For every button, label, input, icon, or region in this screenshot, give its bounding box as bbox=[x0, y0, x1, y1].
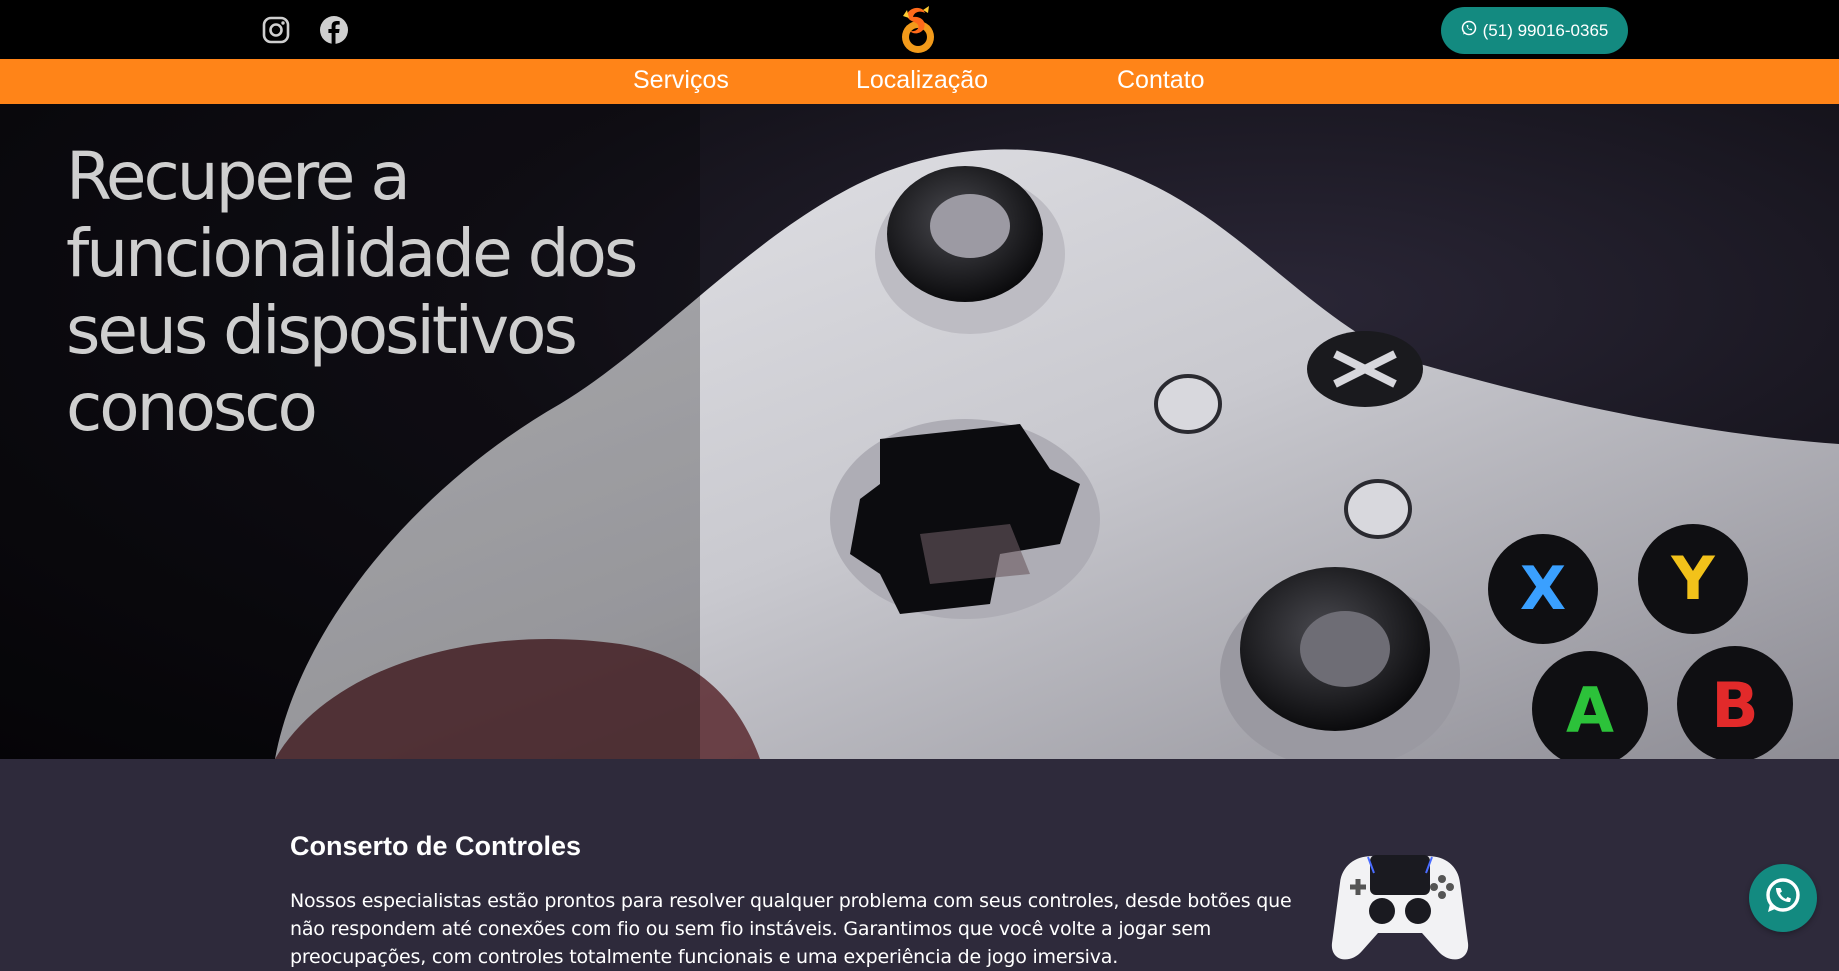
whatsapp-phone-button[interactable]: (51) 99016-0365 bbox=[1441, 7, 1628, 54]
top-bar: (51) 99016-0365 bbox=[0, 0, 1839, 59]
services-section: Conserto de Controles Nossos especialist… bbox=[0, 759, 1839, 968]
instagram-icon[interactable] bbox=[260, 14, 292, 46]
hero-title: Recupere a funcionalidade dos seus dispo… bbox=[66, 138, 638, 446]
whatsapp-phone-label: (51) 99016-0365 bbox=[1482, 20, 1609, 40]
hero-section: X Y A B Recupere a funcionalidade dos se… bbox=[0, 104, 1839, 759]
playstation-controller-image bbox=[1330, 843, 1470, 963]
main-nav: Serviços Localização Contato bbox=[0, 59, 1839, 104]
svg-text:B: B bbox=[1711, 669, 1758, 742]
service-description: Nossos especialistas estão prontos para … bbox=[290, 890, 1292, 968]
nav-item-localizacao[interactable]: Localização bbox=[856, 66, 988, 95]
facebook-icon[interactable] bbox=[318, 14, 350, 46]
floating-whatsapp-button[interactable] bbox=[1749, 864, 1817, 932]
nav-item-servicos[interactable]: Serviços bbox=[633, 66, 729, 95]
service-title: Conserto de Controles bbox=[290, 831, 582, 861]
svg-text:Y: Y bbox=[1670, 544, 1716, 614]
svg-text:X: X bbox=[1520, 554, 1566, 624]
nav-item-contato[interactable]: Contato bbox=[1117, 66, 1205, 95]
whatsapp-icon bbox=[1763, 876, 1803, 921]
svg-text:A: A bbox=[1566, 674, 1614, 747]
logo[interactable] bbox=[893, 4, 943, 56]
whatsapp-icon bbox=[1461, 20, 1477, 41]
